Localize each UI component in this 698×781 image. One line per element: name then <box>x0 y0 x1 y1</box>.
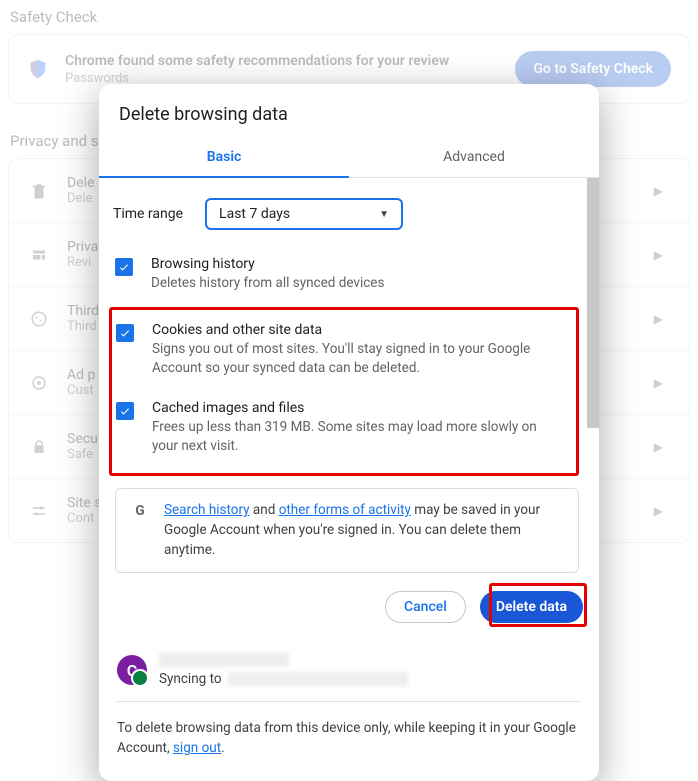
search-history-link[interactable]: Search history <box>164 502 250 518</box>
delete-data-button[interactable]: Delete data <box>480 591 583 623</box>
scrollbar[interactable] <box>587 178 599 573</box>
checkbox-checked-icon[interactable] <box>116 324 134 342</box>
other-activity-link[interactable]: other forms of activity <box>279 502 411 518</box>
cancel-button[interactable]: Cancel <box>385 591 466 623</box>
option-title: Cached images and files <box>152 400 566 416</box>
dialog-actions: Cancel Delete data <box>99 573 599 645</box>
account-email-redacted <box>228 672 408 686</box>
dialog-title: Delete browsing data <box>99 84 599 139</box>
option-desc: Deletes history from all synced devices <box>151 274 384 293</box>
checkbox-checked-icon[interactable] <box>116 402 134 420</box>
option-title: Browsing history <box>151 256 384 272</box>
tab-advanced[interactable]: Advanced <box>349 139 599 177</box>
sync-label: Syncing to <box>159 671 222 687</box>
footer-note: To delete browsing data from this device… <box>99 702 599 781</box>
time-range-label: Time range <box>113 206 183 222</box>
highlight-annotation: Cookies and other site data Signs you ou… <box>109 307 579 477</box>
option-browsing-history[interactable]: Browsing history Deletes history from al… <box>113 248 581 307</box>
sign-out-link[interactable]: sign out <box>173 740 221 756</box>
tab-basic[interactable]: Basic <box>99 139 349 177</box>
google-icon: G <box>130 501 150 521</box>
checkbox-checked-icon[interactable] <box>115 258 133 276</box>
sync-account-row: C Syncing to <box>117 645 581 702</box>
option-desc: Signs you out of most sites. You'll stay… <box>152 340 566 378</box>
option-desc: Frees up less than 319 MB. Some sites ma… <box>152 418 566 456</box>
time-range-value: Last 7 days <box>219 206 290 222</box>
option-cookies[interactable]: Cookies and other site data Signs you ou… <box>114 314 570 392</box>
option-cache[interactable]: Cached images and files Frees up less th… <box>114 392 570 470</box>
delete-browsing-data-dialog: Delete browsing data Basic Advanced Time… <box>99 84 599 781</box>
time-range-select[interactable]: Last 7 days ▼ <box>205 198 403 230</box>
tab-bar: Basic Advanced <box>99 139 599 178</box>
option-title: Cookies and other site data <box>152 322 566 338</box>
chevron-down-icon: ▼ <box>379 209 389 220</box>
account-name-redacted <box>159 653 289 667</box>
google-account-info: G Search history and other forms of acti… <box>115 488 579 573</box>
avatar: C <box>117 655 147 685</box>
